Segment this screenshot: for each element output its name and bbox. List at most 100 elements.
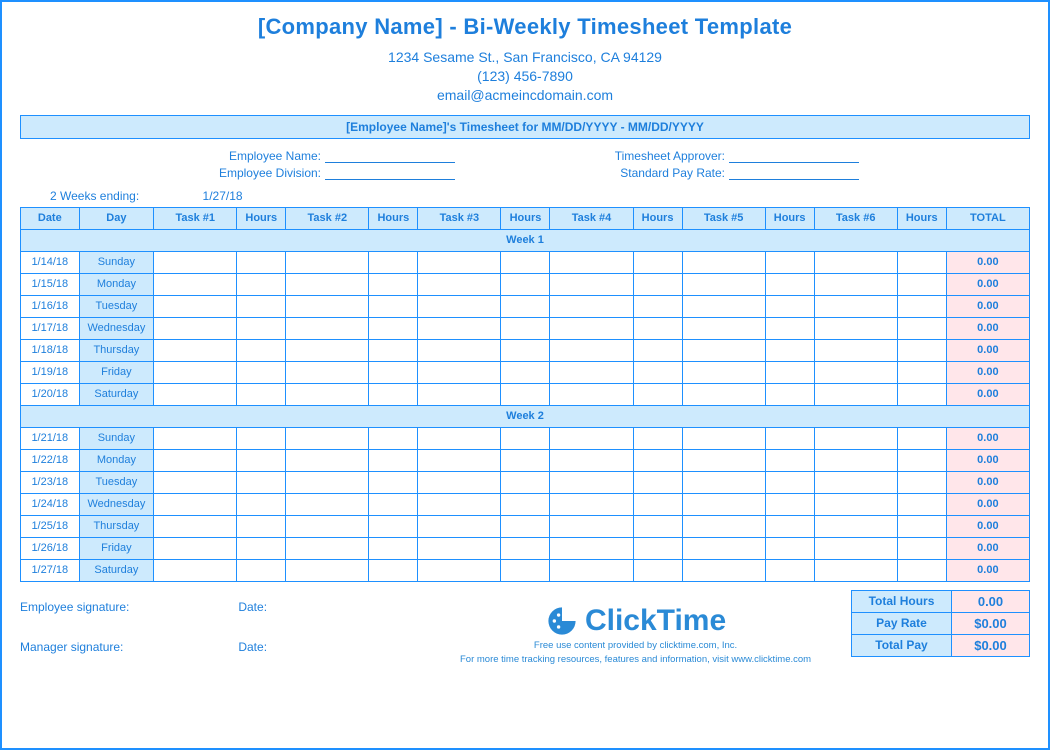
cell-input[interactable] <box>154 383 237 405</box>
cell-date[interactable]: 1/15/18 <box>21 273 80 295</box>
cell-input[interactable] <box>369 559 418 581</box>
cell-input[interactable] <box>765 515 814 537</box>
timesheet-approver-field[interactable] <box>729 151 859 163</box>
cell-input[interactable] <box>814 427 897 449</box>
cell-input[interactable] <box>633 449 682 471</box>
cell-input[interactable] <box>682 515 765 537</box>
cell-input[interactable] <box>418 251 501 273</box>
cell-input[interactable] <box>154 493 237 515</box>
cell-input[interactable] <box>501 339 550 361</box>
cell-input[interactable] <box>550 251 633 273</box>
cell-input[interactable] <box>369 449 418 471</box>
cell-input[interactable] <box>154 339 237 361</box>
cell-input[interactable] <box>765 317 814 339</box>
cell-input[interactable] <box>369 361 418 383</box>
cell-input[interactable] <box>286 471 369 493</box>
cell-date[interactable]: 1/22/18 <box>21 449 80 471</box>
cell-input[interactable] <box>286 317 369 339</box>
cell-input[interactable] <box>814 251 897 273</box>
cell-input[interactable] <box>154 559 237 581</box>
cell-date[interactable]: 1/26/18 <box>21 537 80 559</box>
cell-input[interactable] <box>897 317 946 339</box>
cell-date[interactable]: 1/25/18 <box>21 515 80 537</box>
cell-input[interactable] <box>154 449 237 471</box>
cell-input[interactable] <box>369 317 418 339</box>
cell-input[interactable] <box>682 317 765 339</box>
cell-input[interactable] <box>418 427 501 449</box>
cell-input[interactable] <box>897 339 946 361</box>
cell-date[interactable]: 1/14/18 <box>21 251 80 273</box>
cell-input[interactable] <box>897 295 946 317</box>
cell-input[interactable] <box>814 537 897 559</box>
cell-input[interactable] <box>237 251 286 273</box>
cell-input[interactable] <box>418 493 501 515</box>
cell-input[interactable] <box>501 361 550 383</box>
cell-input[interactable] <box>897 361 946 383</box>
standard-pay-rate-field[interactable] <box>729 168 859 180</box>
cell-input[interactable] <box>633 471 682 493</box>
cell-input[interactable] <box>633 493 682 515</box>
cell-input[interactable] <box>418 449 501 471</box>
cell-input[interactable] <box>501 537 550 559</box>
cell-input[interactable] <box>501 515 550 537</box>
cell-input[interactable] <box>237 317 286 339</box>
cell-input[interactable] <box>897 559 946 581</box>
cell-date[interactable]: 1/24/18 <box>21 493 80 515</box>
cell-input[interactable] <box>369 427 418 449</box>
cell-input[interactable] <box>550 493 633 515</box>
cell-input[interactable] <box>154 471 237 493</box>
cell-input[interactable] <box>369 251 418 273</box>
cell-input[interactable] <box>501 273 550 295</box>
cell-input[interactable] <box>765 449 814 471</box>
cell-input[interactable] <box>550 383 633 405</box>
cell-input[interactable] <box>814 449 897 471</box>
cell-input[interactable] <box>897 427 946 449</box>
cell-input[interactable] <box>682 493 765 515</box>
cell-input[interactable] <box>550 361 633 383</box>
cell-input[interactable] <box>550 471 633 493</box>
cell-input[interactable] <box>897 251 946 273</box>
cell-input[interactable] <box>682 295 765 317</box>
cell-input[interactable] <box>237 449 286 471</box>
cell-input[interactable] <box>154 295 237 317</box>
cell-input[interactable] <box>550 537 633 559</box>
cell-input[interactable] <box>682 251 765 273</box>
cell-input[interactable] <box>765 537 814 559</box>
cell-input[interactable] <box>154 361 237 383</box>
cell-input[interactable] <box>765 493 814 515</box>
cell-input[interactable] <box>154 427 237 449</box>
cell-input[interactable] <box>897 273 946 295</box>
cell-input[interactable] <box>682 361 765 383</box>
cell-input[interactable] <box>286 273 369 295</box>
cell-input[interactable] <box>682 471 765 493</box>
cell-input[interactable] <box>765 295 814 317</box>
cell-input[interactable] <box>550 317 633 339</box>
cell-input[interactable] <box>633 427 682 449</box>
cell-input[interactable] <box>369 295 418 317</box>
cell-input[interactable] <box>765 273 814 295</box>
cell-input[interactable] <box>501 449 550 471</box>
cell-input[interactable] <box>237 361 286 383</box>
cell-input[interactable] <box>633 339 682 361</box>
cell-input[interactable] <box>633 295 682 317</box>
cell-input[interactable] <box>154 515 237 537</box>
cell-input[interactable] <box>633 383 682 405</box>
cell-input[interactable] <box>550 427 633 449</box>
cell-date[interactable]: 1/17/18 <box>21 317 80 339</box>
cell-input[interactable] <box>286 559 369 581</box>
cell-input[interactable] <box>501 383 550 405</box>
cell-input[interactable] <box>286 427 369 449</box>
cell-input[interactable] <box>633 515 682 537</box>
cell-input[interactable] <box>154 317 237 339</box>
cell-input[interactable] <box>682 339 765 361</box>
cell-input[interactable] <box>550 559 633 581</box>
cell-input[interactable] <box>814 559 897 581</box>
cell-input[interactable] <box>682 273 765 295</box>
cell-input[interactable] <box>418 537 501 559</box>
cell-input[interactable] <box>237 471 286 493</box>
cell-input[interactable] <box>814 383 897 405</box>
cell-input[interactable] <box>501 493 550 515</box>
cell-input[interactable] <box>897 493 946 515</box>
cell-input[interactable] <box>501 559 550 581</box>
cell-input[interactable] <box>418 515 501 537</box>
